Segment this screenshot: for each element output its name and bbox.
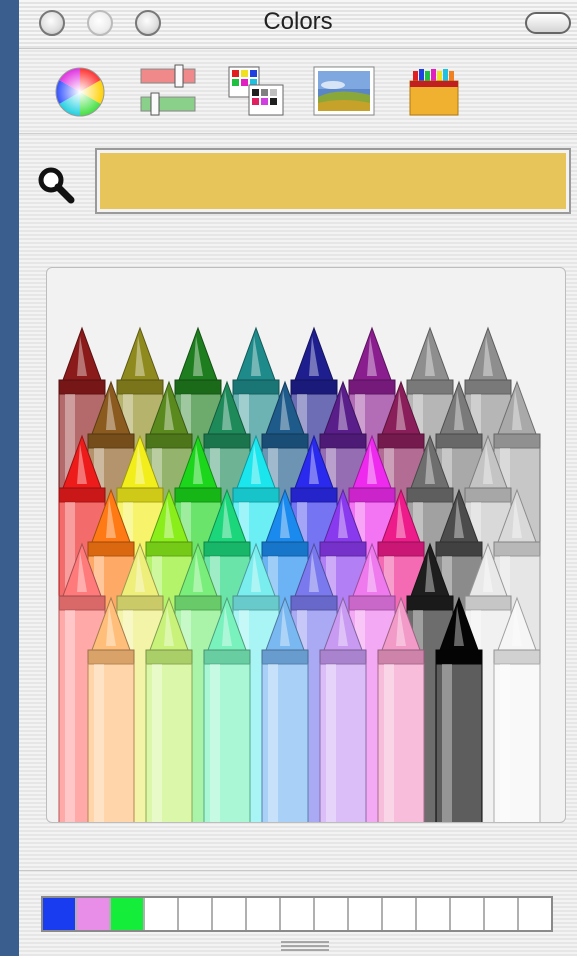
- color-wheel-icon: [55, 67, 105, 117]
- resize-grip[interactable]: [281, 941, 329, 951]
- toolbar-toggle-button[interactable]: [525, 12, 571, 34]
- swatch-cell[interactable]: [145, 898, 179, 930]
- landscape-image-icon: [313, 66, 375, 116]
- image-palettes-tool[interactable]: [313, 63, 375, 121]
- swatch-cell[interactable]: [77, 898, 111, 930]
- swatch-cell[interactable]: [349, 898, 383, 930]
- swatch-cell[interactable]: [179, 898, 213, 930]
- crayon-picker[interactable]: [46, 267, 566, 823]
- search-icon[interactable]: [35, 164, 79, 208]
- crayon-box-icon: [409, 69, 459, 116]
- swatch-cell[interactable]: [451, 898, 485, 930]
- color-sliders-tool[interactable]: [139, 63, 197, 121]
- color-wheel-tool[interactable]: [51, 63, 109, 121]
- swatch-cell[interactable]: [213, 898, 247, 930]
- swatch-cell[interactable]: [417, 898, 451, 930]
- swatch-cell[interactable]: [315, 898, 349, 930]
- palette-icon: [228, 66, 284, 116]
- swatch-cell[interactable]: [247, 898, 281, 930]
- crayon-grid: [58, 326, 541, 822]
- swatch-area: [19, 870, 577, 956]
- window-title: Colors: [263, 8, 333, 35]
- title-bar[interactable]: Colors: [19, 0, 577, 49]
- color-swatches: [41, 896, 553, 932]
- colors-window: Colors: [19, 0, 577, 956]
- color-palettes-tool[interactable]: [227, 63, 285, 121]
- swatch-cell[interactable]: [43, 898, 77, 930]
- swatch-cell[interactable]: [519, 898, 551, 930]
- sliders-icon: [140, 64, 196, 116]
- crayons-tool[interactable]: [405, 63, 463, 121]
- swatch-cell[interactable]: [485, 898, 519, 930]
- swatch-cell[interactable]: [111, 898, 145, 930]
- swatch-cell[interactable]: [281, 898, 315, 930]
- picker-toolbar: [19, 49, 577, 134]
- swatch-cell[interactable]: [383, 898, 417, 930]
- selected-color-well[interactable]: [95, 148, 571, 214]
